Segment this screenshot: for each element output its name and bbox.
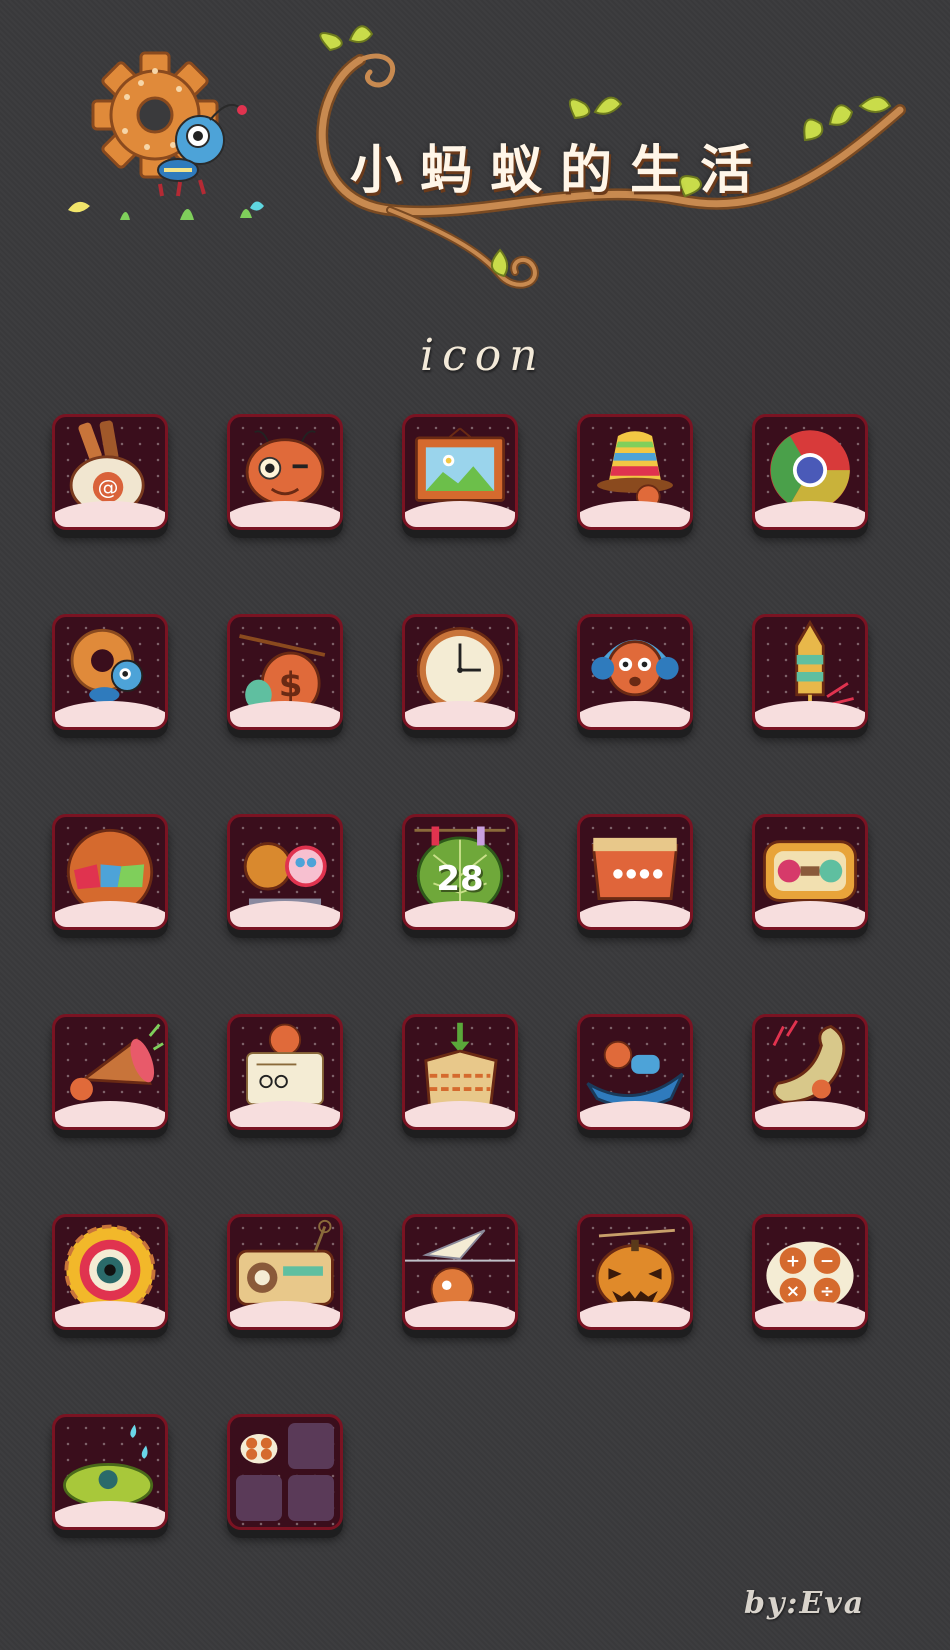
svg-text:−: − bbox=[820, 1251, 834, 1271]
headphones-ant-icon[interactable] bbox=[577, 614, 693, 730]
phone-receiver-icon[interactable] bbox=[752, 1014, 868, 1130]
section-subtitle: icon bbox=[420, 330, 546, 381]
radio-icon[interactable] bbox=[227, 1214, 343, 1330]
app-title: 小蚂蚁的生活 bbox=[350, 140, 771, 201]
lotus-leaf-icon[interactable] bbox=[52, 1414, 168, 1530]
pouch-icon[interactable] bbox=[577, 814, 693, 930]
folder-empty-slot bbox=[288, 1423, 334, 1469]
clock-icon[interactable] bbox=[402, 614, 518, 730]
page: 小蚂蚁的生活 icon @ $ 28 + − × ÷ by:Eva bbox=[0, 0, 950, 1650]
paper-plane-icon[interactable] bbox=[402, 1214, 518, 1330]
icon-grid: @ $ 28 + − × ÷ bbox=[52, 414, 902, 1530]
megaphone-icon[interactable] bbox=[52, 1014, 168, 1130]
ant-face-icon[interactable] bbox=[227, 414, 343, 530]
folder-mini-calculator-icon bbox=[236, 1423, 282, 1469]
striped-hat-icon[interactable] bbox=[577, 414, 693, 530]
rocket-icon[interactable] bbox=[752, 614, 868, 730]
svg-text:÷: ÷ bbox=[820, 1282, 834, 1302]
svg-text:@: @ bbox=[98, 476, 119, 500]
browser-ball-icon[interactable] bbox=[752, 414, 868, 530]
author-byline: by:Eva bbox=[744, 1586, 866, 1621]
folder-grid bbox=[236, 1423, 334, 1521]
mail-scroll-icon[interactable]: @ bbox=[52, 414, 168, 530]
folder-empty-slot bbox=[236, 1475, 282, 1521]
ant-magnifier-icon[interactable] bbox=[227, 814, 343, 930]
picture-frame-icon[interactable] bbox=[402, 414, 518, 530]
ant-paper-icon[interactable] bbox=[227, 1014, 343, 1130]
drop-decoration bbox=[250, 201, 264, 211]
svg-text:+: + bbox=[786, 1251, 800, 1271]
package-icon[interactable] bbox=[402, 1014, 518, 1130]
grass-decoration bbox=[120, 209, 252, 220]
calendar-leaf-icon[interactable]: 28 bbox=[402, 814, 518, 930]
calendar-date-label: 28 bbox=[436, 859, 484, 899]
gear-ant-icon[interactable] bbox=[52, 614, 168, 730]
drop-decoration bbox=[68, 201, 90, 213]
game-console-icon[interactable] bbox=[752, 814, 868, 930]
folder-icon[interactable] bbox=[227, 1414, 343, 1530]
jigsaw-ball-icon[interactable] bbox=[52, 814, 168, 930]
ant-boat-icon[interactable] bbox=[577, 1014, 693, 1130]
svg-text:×: × bbox=[786, 1282, 800, 1302]
svg-text:$: $ bbox=[279, 666, 303, 706]
money-bag-icon[interactable]: $ bbox=[227, 614, 343, 730]
folder-empty-slot bbox=[288, 1475, 334, 1521]
sunflower-eye-icon[interactable] bbox=[52, 1214, 168, 1330]
calculator-ant-icon[interactable]: + − × ÷ bbox=[752, 1214, 868, 1330]
pumpkin-icon[interactable] bbox=[577, 1214, 693, 1330]
